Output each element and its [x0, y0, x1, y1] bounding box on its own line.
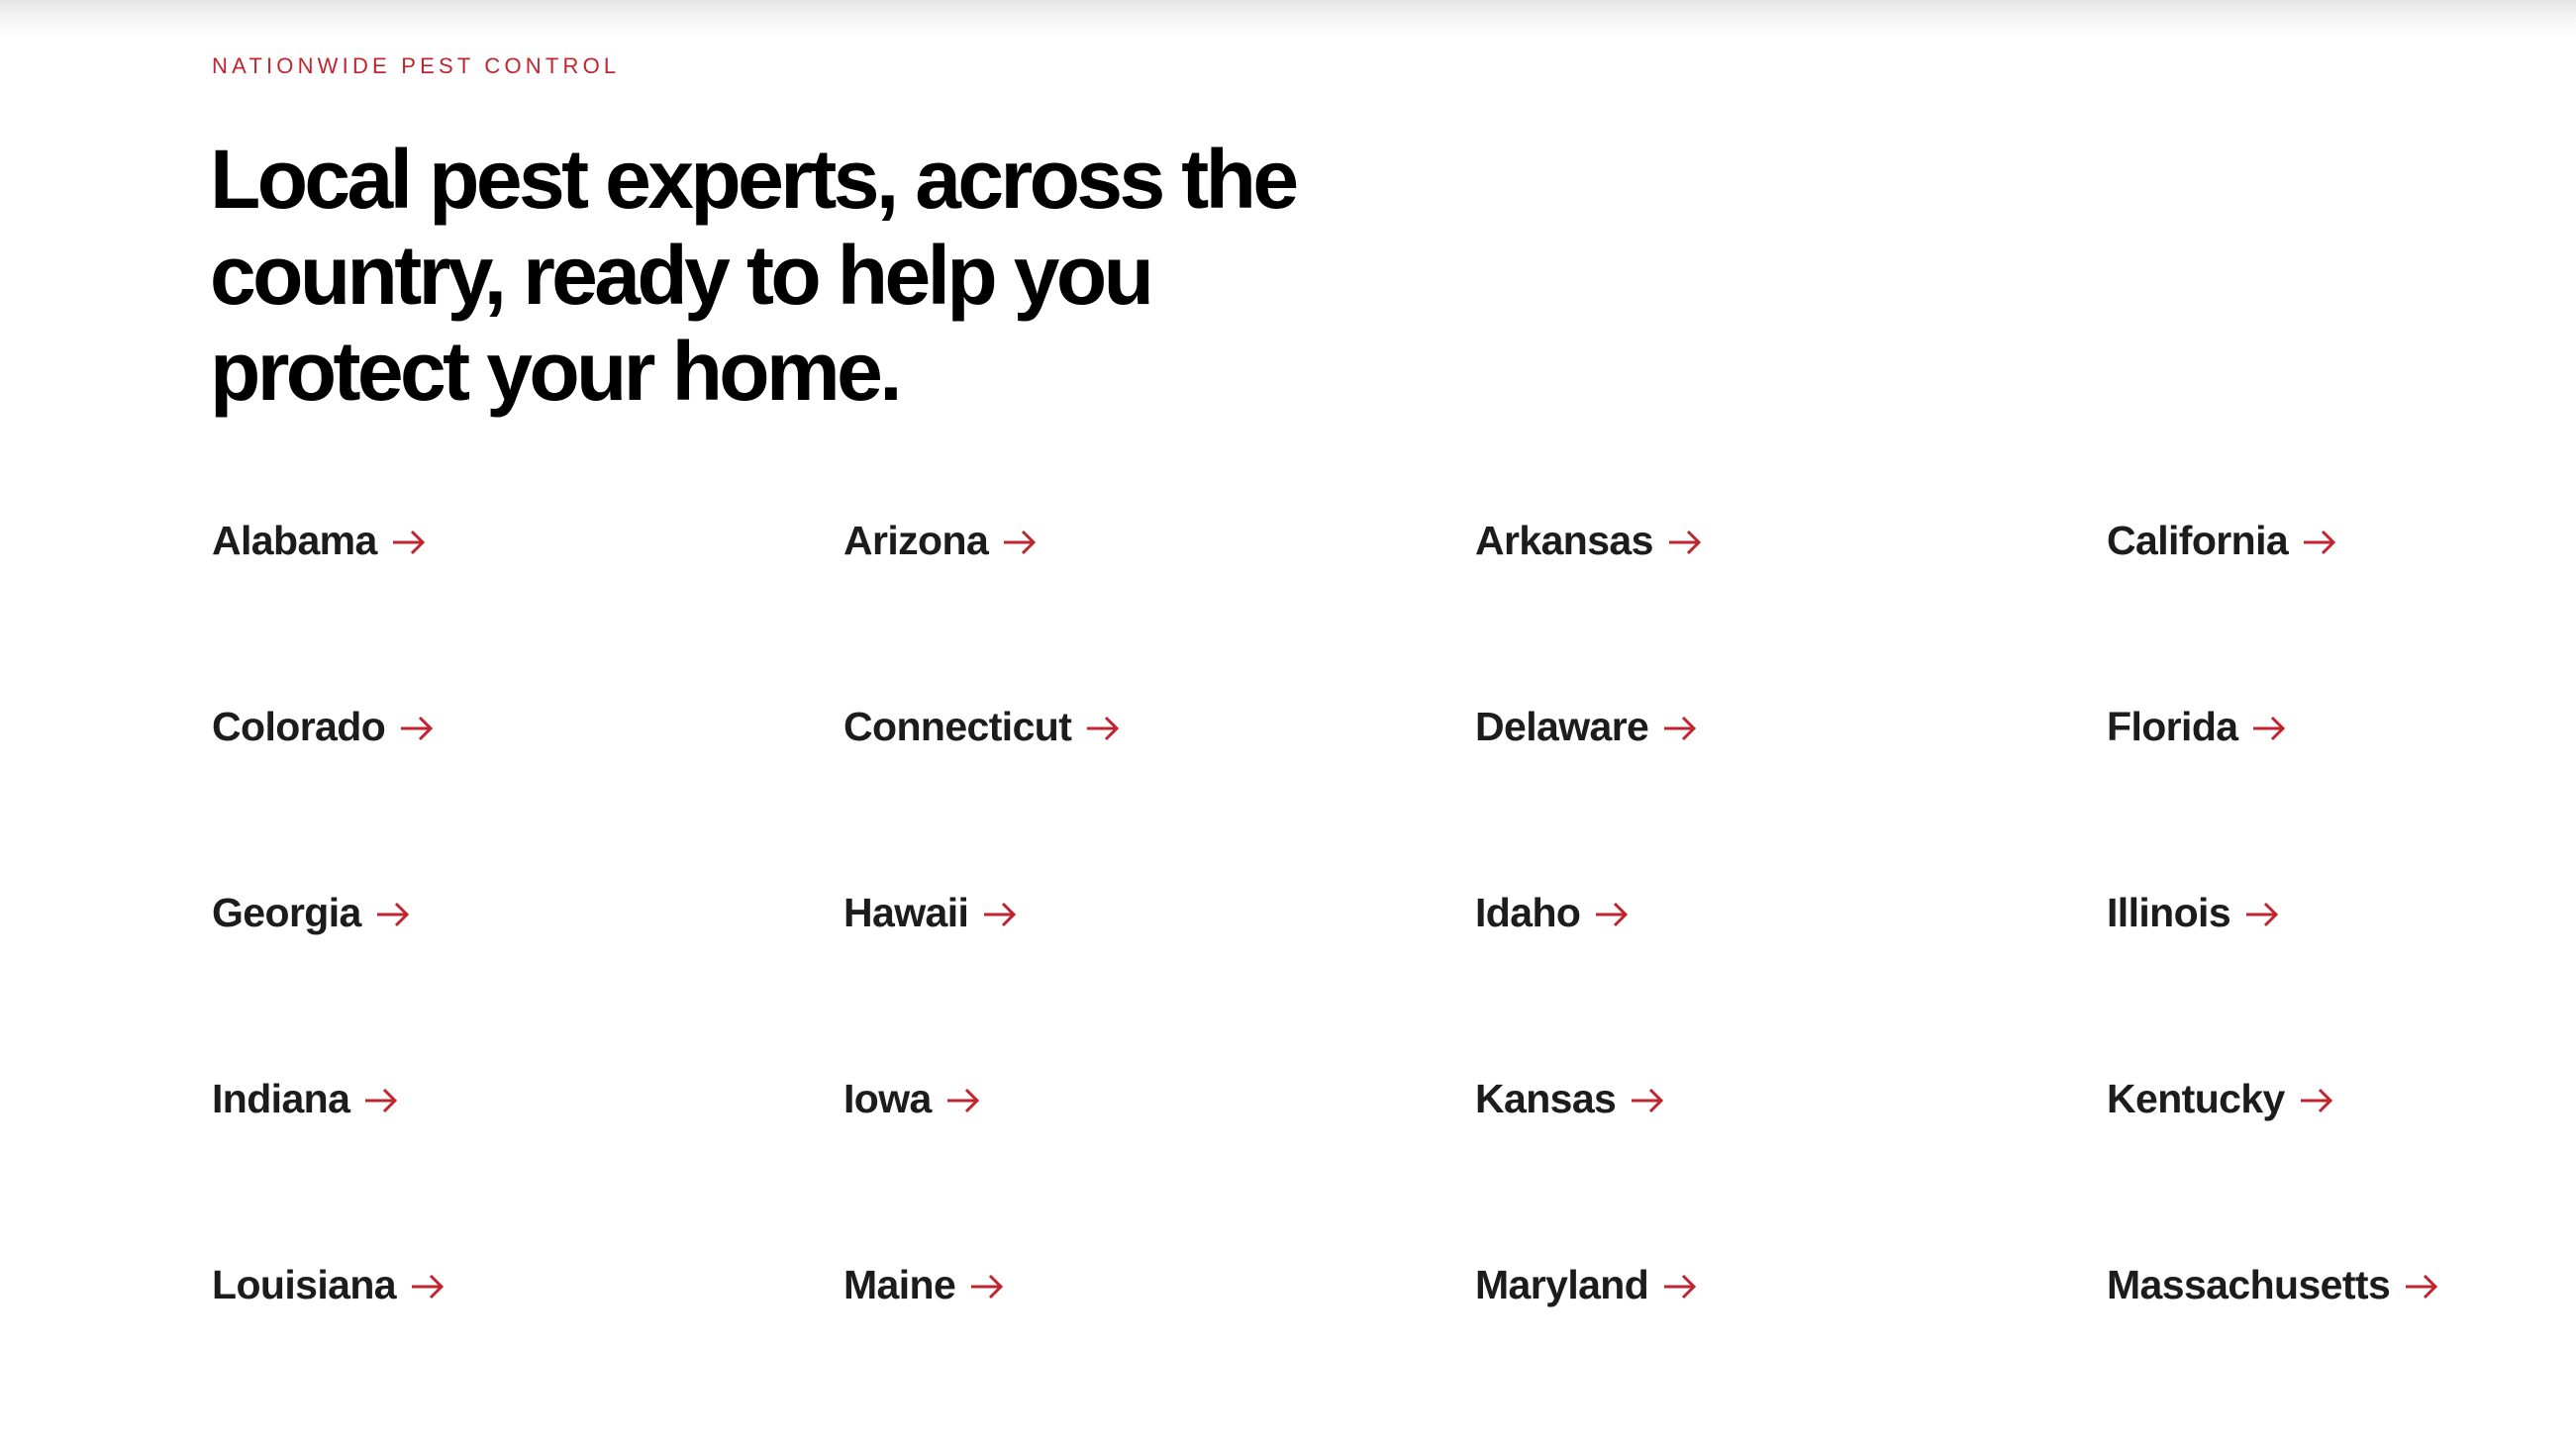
state-label: Kentucky — [2107, 1075, 2285, 1121]
state-label: Louisiana — [212, 1261, 397, 1307]
arrow-right-icon — [1631, 1088, 1664, 1113]
state-cell: Maryland — [1475, 1259, 2107, 1445]
arrow-right-icon — [1086, 716, 1120, 741]
state-label: Iowa — [843, 1075, 932, 1121]
state-link-louisiana[interactable]: Louisiana — [212, 1259, 445, 1310]
arrow-right-icon — [2303, 530, 2336, 555]
state-label: Idaho — [1475, 889, 1581, 935]
state-cell: Arkansas — [1475, 515, 2107, 701]
arrow-right-icon — [2252, 716, 2286, 741]
state-link-kansas[interactable]: Kansas — [1475, 1073, 1664, 1124]
arrow-right-icon — [983, 902, 1017, 927]
arrow-right-icon — [411, 1274, 445, 1300]
state-cell: Maine — [843, 1259, 1475, 1445]
arrow-right-icon — [400, 716, 434, 741]
state-label: Illinois — [2107, 889, 2231, 935]
arrow-right-icon — [376, 902, 410, 927]
state-label: California — [2107, 517, 2289, 563]
state-cell: Idaho — [1475, 887, 2107, 1073]
arrow-right-icon — [2300, 1088, 2333, 1113]
headline-line: Local pest experts, across the — [210, 133, 1299, 226]
state-label: Hawaii — [843, 889, 969, 935]
arrow-right-icon — [2405, 1274, 2438, 1300]
state-cell: Kentucky — [2107, 1073, 2576, 1259]
header-shadow — [0, 0, 2576, 40]
state-label: Arkansas — [1475, 517, 1653, 563]
state-label: Alabama — [212, 517, 377, 563]
state-cell: Massachusetts — [2107, 1259, 2576, 1445]
state-label: Indiana — [212, 1075, 350, 1121]
state-link-colorado[interactable]: Colorado — [212, 701, 434, 752]
state-cell: Alabama — [212, 515, 843, 701]
arrow-right-icon — [1003, 530, 1037, 555]
state-cell: Connecticut — [843, 701, 1475, 887]
headline-line: protect your home. — [210, 325, 903, 418]
arrow-right-icon — [1595, 902, 1629, 927]
state-label: Maine — [843, 1261, 956, 1307]
state-cell: Iowa — [843, 1073, 1475, 1259]
state-cell: Colorado — [212, 701, 843, 887]
state-link-maine[interactable]: Maine — [843, 1259, 1004, 1310]
state-link-california[interactable]: California — [2107, 515, 2336, 566]
headline-line: country, ready to help you — [210, 229, 1154, 322]
state-link-idaho[interactable]: Idaho — [1475, 887, 1629, 938]
state-link-connecticut[interactable]: Connecticut — [843, 701, 1120, 752]
state-cell: Indiana — [212, 1073, 843, 1259]
arrow-right-icon — [392, 530, 426, 555]
state-cell: Illinois — [2107, 887, 2576, 1073]
state-link-illinois[interactable]: Illinois — [2107, 887, 2279, 938]
state-cell: Delaware — [1475, 701, 2107, 887]
state-cell: California — [2107, 515, 2576, 701]
state-label: Kansas — [1475, 1075, 1617, 1121]
arrow-right-icon — [1668, 530, 1702, 555]
state-link-massachusetts[interactable]: Massachusetts — [2107, 1259, 2438, 1310]
arrow-right-icon — [1663, 716, 1697, 741]
state-link-delaware[interactable]: Delaware — [1475, 701, 1697, 752]
arrow-right-icon — [1663, 1274, 1697, 1300]
state-label: Florida — [2107, 703, 2238, 749]
state-link-alabama[interactable]: Alabama — [212, 515, 426, 566]
state-link-georgia[interactable]: Georgia — [212, 887, 410, 938]
state-label: Maryland — [1475, 1261, 1649, 1307]
state-link-kentucky[interactable]: Kentucky — [2107, 1073, 2333, 1124]
state-cell: Georgia — [212, 887, 843, 1073]
state-link-florida[interactable]: Florida — [2107, 701, 2286, 752]
state-label: Georgia — [212, 889, 361, 935]
state-link-arizona[interactable]: Arizona — [843, 515, 1037, 566]
state-link-hawaii[interactable]: Hawaii — [843, 887, 1017, 938]
state-link-maryland[interactable]: Maryland — [1475, 1259, 1697, 1310]
state-label: Colorado — [212, 703, 386, 749]
state-link-arkansas[interactable]: Arkansas — [1475, 515, 1702, 566]
state-link-indiana[interactable]: Indiana — [212, 1073, 398, 1124]
state-cell: Kansas — [1475, 1073, 2107, 1259]
states-link-grid: Alabama Arizona Arkansas California Colo… — [212, 515, 2576, 1445]
state-cell: Florida — [2107, 701, 2576, 887]
arrow-right-icon — [2245, 902, 2279, 927]
section-headline: Local pest experts, across the country, … — [210, 132, 1299, 420]
state-label: Delaware — [1475, 703, 1649, 749]
state-cell: Arizona — [843, 515, 1475, 701]
arrow-right-icon — [364, 1088, 398, 1113]
arrow-right-icon — [946, 1088, 980, 1113]
state-label: Connecticut — [843, 703, 1072, 749]
state-label: Massachusetts — [2107, 1261, 2391, 1307]
state-cell: Louisiana — [212, 1259, 843, 1445]
section-eyebrow: NATIONWIDE PEST CONTROL — [212, 53, 621, 78]
state-cell: Hawaii — [843, 887, 1475, 1073]
state-label: Arizona — [843, 517, 989, 563]
state-link-iowa[interactable]: Iowa — [843, 1073, 980, 1124]
arrow-right-icon — [970, 1274, 1004, 1300]
